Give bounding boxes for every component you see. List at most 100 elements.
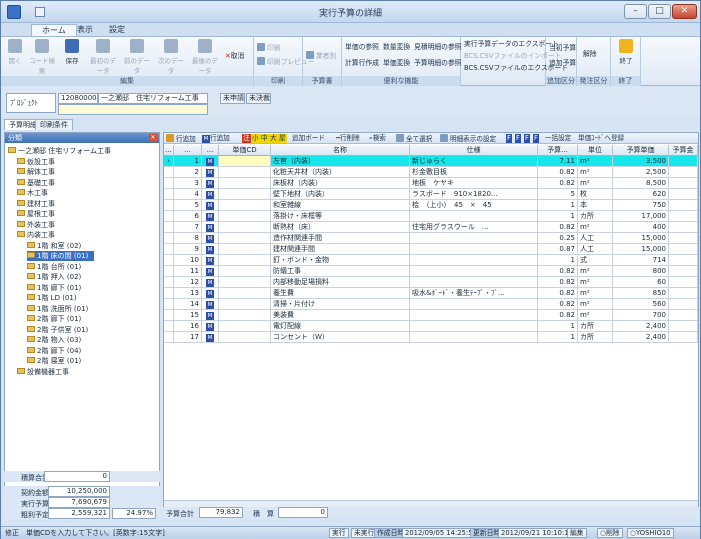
name-cell[interactable]: 電灯配線	[271, 321, 410, 332]
level-small-button[interactable]: 小	[251, 134, 260, 143]
unit-price-cell[interactable]: 850	[613, 288, 669, 299]
unit-cell[interactable]: m²	[578, 288, 613, 299]
unit-price-cell[interactable]: 15,000	[613, 244, 669, 255]
table-row[interactable]: 2 M 化粧天井材（内装） 杉金敷目板 0.82 m² 2,500	[164, 167, 698, 178]
spec-cell[interactable]	[410, 321, 538, 332]
spec-cell[interactable]	[410, 310, 538, 321]
spec-cell[interactable]: 地板 ケヤキ	[410, 178, 538, 189]
unit-price-cell[interactable]: 2,400	[613, 321, 669, 332]
tree-item[interactable]: 建材工事	[17, 199, 61, 209]
table-row[interactable]: 9 M 建材関連手間 0.87 人工 15,000	[164, 244, 698, 255]
block-cell[interactable]: M	[202, 233, 219, 244]
qty-convert-button[interactable]: 数量変換	[383, 42, 410, 53]
name-cell[interactable]: 壁下地材（内装）	[271, 189, 410, 200]
unit-code-cell[interactable]	[219, 244, 271, 255]
grid-column-header[interactable]: 予算...	[538, 145, 578, 156]
name-cell[interactable]: 落掛け・床框等	[271, 211, 410, 222]
qty-cell[interactable]: 5	[538, 189, 578, 200]
by-vendor-button[interactable]: 業者別	[306, 51, 336, 62]
filter-f2-button[interactable]: F	[515, 134, 521, 143]
detail-display-settings-button[interactable]: 明細表示の設定	[440, 134, 496, 143]
unit-code-cell[interactable]	[219, 321, 271, 332]
unit-code-cell[interactable]	[219, 178, 271, 189]
tree-item[interactable]: 2階 廊下 (01)	[27, 314, 87, 324]
level-note-button[interactable]: 注	[242, 134, 251, 143]
filter-f3-button[interactable]: F	[524, 134, 530, 143]
block-cell[interactable]: M	[202, 156, 219, 167]
maximize-button[interactable]: □	[648, 4, 671, 19]
select-all-button[interactable]: 全て選択	[396, 134, 432, 143]
unit-code-cell[interactable]	[219, 255, 271, 266]
block-cell[interactable]: M	[202, 200, 219, 211]
table-row[interactable]: 6 M 落掛け・床框等 1 カ所 17,000	[164, 211, 698, 222]
unit-price-cell[interactable]: 2,400	[613, 332, 669, 343]
open-button[interactable]: 開く	[4, 39, 26, 73]
grid-column-header[interactable]: 仕様	[410, 145, 538, 156]
close-button[interactable]: ✕	[672, 4, 697, 19]
unit-price-cell[interactable]: 714	[613, 255, 669, 266]
table-row[interactable]: 10 M 釘・ボンド・金物 1 式 714	[164, 255, 698, 266]
tree-item[interactable]: 1階 LD (01)	[27, 293, 83, 303]
block-cell[interactable]: M	[202, 211, 219, 222]
exit-button[interactable]: 終了	[615, 39, 637, 73]
bulk-set-button[interactable]: 一括設定	[545, 134, 571, 143]
register-unit-code-button[interactable]: 単価ｺｰﾄﾞへ登録	[578, 134, 624, 143]
tree-item[interactable]: 1階 台所 (01)	[27, 262, 87, 272]
qty-cell[interactable]: 0.82	[538, 277, 578, 288]
name-cell[interactable]: 美装費	[271, 310, 410, 321]
block-cell[interactable]: M	[202, 167, 219, 178]
block-cell[interactable]: M	[202, 299, 219, 310]
unit-cell[interactable]: m²	[578, 266, 613, 277]
tree-item[interactable]: 屋根工事	[17, 209, 61, 219]
unit-cell[interactable]: 人工	[578, 233, 613, 244]
tab-settings[interactable]: 設定	[99, 24, 135, 36]
spec-cell[interactable]: 桧 （上小） 45 × 45	[410, 200, 538, 211]
estimate-ref-button[interactable]: 見積明細の参照	[414, 42, 462, 53]
block-cell[interactable]: M	[202, 288, 219, 299]
qty-cell[interactable]: 0.82	[538, 178, 578, 189]
block-cell[interactable]: M	[202, 321, 219, 332]
grid-column-header[interactable]: ...	[174, 145, 202, 156]
grid-column-header[interactable]: ...	[164, 145, 174, 156]
block-cell[interactable]: M	[202, 222, 219, 233]
grid-column-header[interactable]: ...	[202, 145, 219, 156]
unit-code-cell[interactable]	[219, 167, 271, 178]
table-row[interactable]: 4 M 壁下地材（内装） ラスボード 910×1820... 5 枚 620	[164, 189, 698, 200]
level-house-button[interactable]: 屋	[278, 134, 287, 143]
spec-cell[interactable]	[410, 211, 538, 222]
unit-price-ref-button[interactable]: 単価の参照	[345, 42, 379, 53]
spec-cell[interactable]	[410, 277, 538, 288]
calc-row-button[interactable]: 計算行作成	[345, 58, 379, 69]
table-row[interactable]: 13 M 養生費 吸水&ﾎﾞｰﾄﾞ・養生ﾃｰﾌﾟ・ﾌﾞ... 0.82 m² 850	[164, 288, 698, 299]
tree-item[interactable]: 一之瀬邸 住宅リフォーム工事	[8, 146, 117, 156]
spec-cell[interactable]	[410, 266, 538, 277]
unit-price-cell[interactable]: 750	[613, 200, 669, 211]
name-cell[interactable]: 断熱材（床）	[271, 222, 410, 233]
grid-column-header[interactable]: 単価CD	[219, 145, 271, 156]
name-cell[interactable]: 造作材関連手間	[271, 233, 410, 244]
tree-item[interactable]: 解体工事	[17, 167, 61, 177]
qty-cell[interactable]: 1	[538, 211, 578, 222]
print-button[interactable]: 印刷	[257, 43, 281, 54]
name-cell[interactable]: 化粧天井材（内装）	[271, 167, 410, 178]
unit-price-cell[interactable]: 620	[613, 189, 669, 200]
tree-item[interactable]: 2階 物入 (03)	[27, 335, 87, 345]
unit-code-cell[interactable]	[219, 156, 271, 167]
block-cell[interactable]: M	[202, 244, 219, 255]
project-name-field[interactable]: 一之瀬邸 住宅リフォーム工事	[98, 93, 208, 104]
grid-column-header[interactable]: 予算単価	[613, 145, 669, 156]
block-cell[interactable]: M	[202, 178, 219, 189]
table-row[interactable]: 8 M 造作材関連手間 0.25 人工 15,000	[164, 233, 698, 244]
block-cell[interactable]: M	[202, 277, 219, 288]
tree-item[interactable]: 外装工事	[17, 220, 61, 230]
unit-code-cell[interactable]	[219, 277, 271, 288]
unit-code-cell[interactable]	[219, 200, 271, 211]
cancel-button[interactable]: ✕取消	[225, 51, 244, 62]
name-cell[interactable]: コンセント（W）	[271, 332, 410, 343]
unit-code-cell[interactable]	[219, 332, 271, 343]
qty-cell[interactable]: 1	[538, 255, 578, 266]
unit-price-cell[interactable]: 700	[613, 310, 669, 321]
qty-cell[interactable]: 1	[538, 332, 578, 343]
table-row[interactable]: 17 M コンセント（W） 1 カ所 2,400	[164, 332, 698, 343]
next-data-button[interactable]: 次のデータ	[155, 39, 187, 75]
